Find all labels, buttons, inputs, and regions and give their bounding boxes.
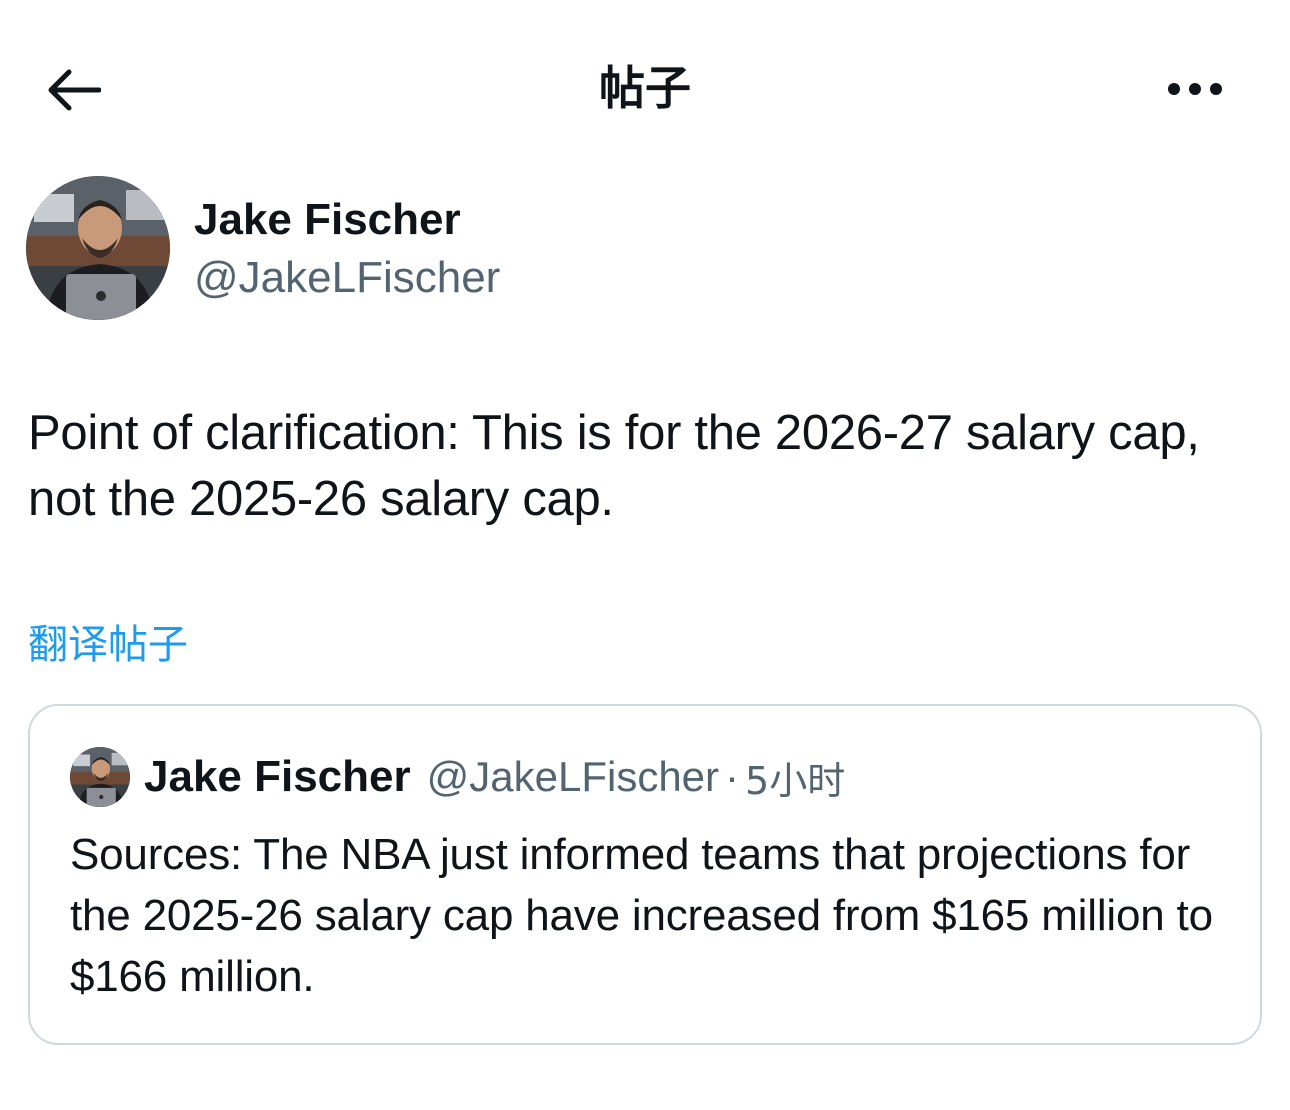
- author-handle[interactable]: @JakeLFischer: [194, 252, 500, 304]
- author-avatar[interactable]: [26, 176, 170, 320]
- quoted-author-name: Jake Fischer: [144, 752, 411, 801]
- author-name[interactable]: Jake Fischer: [194, 194, 461, 246]
- quoted-post-header: Jake Fischer @JakeLFischer · 5小时: [70, 746, 845, 808]
- quoted-post-text: Sources: The NBA just informed teams tha…: [70, 830, 1213, 1001]
- separator-dot: ·: [725, 753, 740, 800]
- quoted-author-avatar: [70, 747, 130, 807]
- more-options-button[interactable]: [1160, 66, 1230, 112]
- top-navigation-bar: 帖子: [0, 0, 1290, 180]
- page-title: 帖子: [599, 61, 691, 115]
- quoted-post-card[interactable]: Jake Fischer @JakeLFischer · 5小时 Sources…: [28, 704, 1262, 1045]
- quoted-post-time: 5小时: [745, 758, 846, 803]
- quoted-author-handle: @JakeLFischer: [426, 753, 720, 800]
- post-text: Point of clarification: This is for the …: [28, 406, 1200, 526]
- translate-post-link[interactable]: 翻译帖子: [28, 618, 188, 672]
- post-author: Jake Fischer @JakeLFischer: [26, 176, 926, 320]
- ellipsis-icon: [1168, 83, 1222, 95]
